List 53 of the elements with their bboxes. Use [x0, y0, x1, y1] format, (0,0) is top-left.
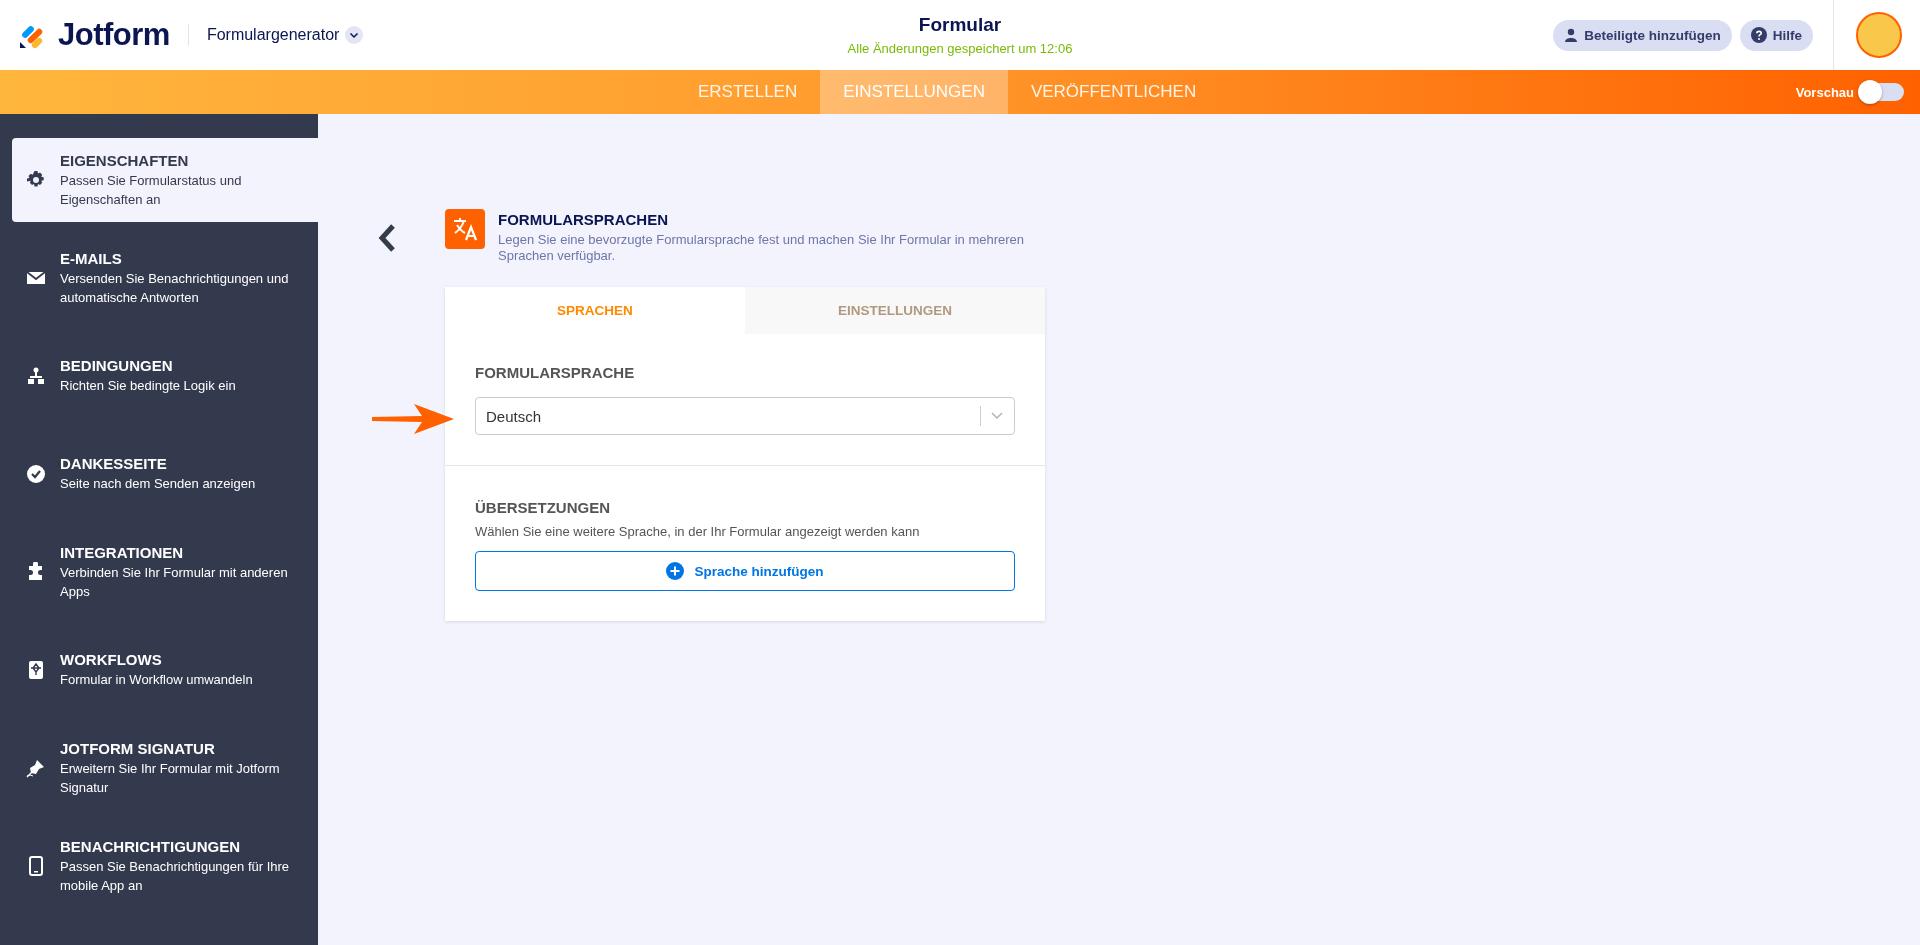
sidebar-item[interactable]: BEDINGUNGEN Richten Sie bedingte Logik ein: [12, 334, 318, 418]
sidebar-item[interactable]: JOTFORM SIGNATUR Erweitern Sie Ihr Formular mit Jotform Signatur: [12, 726, 318, 810]
sidebar-item-title: JOTFORM SIGNATUR: [60, 739, 216, 757]
sidebar-item-title: BENACHRICHTIGUNGEN: [60, 837, 241, 855]
pen-nib-icon: [26, 758, 46, 778]
help-icon: [1750, 27, 1767, 43]
sidebar-item-title: WORKFLOWS: [60, 651, 163, 668]
translations-description: Wählen Sie eine weitere Sprache, in der Ihr Formular angezeigt werden kann: [475, 524, 921, 539]
hierarchy-icon: [26, 366, 46, 386]
section-label: ÜBERSETZUNGEN: [475, 499, 611, 516]
sidebar-item[interactable]: BENACHRICHTIGUNGEN Passen Sie Benachrichtigungen für Ihre mobile App an: [12, 824, 318, 908]
sidebar-item-description: Verbinden Sie Ihr Formular mit anderen Apps: [60, 563, 289, 601]
caret-icon: [345, 26, 364, 44]
section-description: Legen Sie eine bevorzugte Formularsprache fest und machen Sie Ihr Formular in mehreren Sprachen verfügbar.: [498, 232, 1026, 264]
person-icon: [1564, 28, 1579, 42]
sidebar-item-description: Erweitern Sie Ihr Formular mit Jotform Signatur: [60, 759, 281, 797]
add-language-button[interactable]: Sprache hinzufügen: [475, 551, 1015, 591]
sidebar-item-description: Versenden Sie Benachrichtigungen und automatische Antworten: [60, 269, 290, 307]
translate-icon: [445, 209, 485, 249]
field-label: FORMULARSPRACHE: [475, 364, 636, 381]
sidebar-item-title: E-MAILS: [60, 249, 123, 267]
sidebar-item[interactable]: E-MAILS Versenden Sie Benachrichtigungen und automatische Antworten: [12, 236, 318, 320]
add-collaborators-button[interactable]: Beteiligte hinzufügen: [1553, 19, 1732, 51]
flowchart-icon: [26, 660, 46, 680]
sidebar-item[interactable]: DANKESSEITE Seite nach dem Senden anzeigen: [12, 432, 318, 516]
sidebar-item-description: Seite nach dem Senden anzeigen: [60, 475, 256, 493]
avatar[interactable]: [1856, 12, 1902, 58]
section-title: FORMULARSPRACHEN: [498, 211, 669, 228]
preview-label: Vorschau: [1795, 84, 1854, 100]
sidebar-item[interactable]: INTEGRATIONEN Verbinden Sie Ihr Formular mit anderen Apps: [12, 530, 318, 614]
sidebar-item[interactable]: EIGENSCHAFTEN Passen Sie Formularstatus und Eigenschaften an: [12, 138, 318, 222]
save-status: Alle Änderungen gespeichert um 12:06: [847, 41, 1073, 56]
sidebar-item-title: EIGENSCHAFTEN: [60, 151, 190, 169]
sidebar-item-title: DANKESSEITE: [60, 455, 168, 472]
language-dropdown[interactable]: Deutsch: [475, 397, 1015, 435]
sidebar-item-description: Passen Sie Formularstatus und Eigenschaften an: [60, 171, 243, 209]
sidebar-item-description: Richten Sie bedingte Logik ein: [60, 377, 236, 395]
form-title[interactable]: Formular: [918, 14, 1002, 36]
sidebar-item-title: BEDINGUNGEN: [60, 357, 174, 374]
sidebar-item-title: INTEGRATIONEN: [60, 543, 185, 561]
chevron-left-icon: [377, 223, 397, 253]
sidebar-item-description: Passen Sie Benachrichtigungen für Ihre mobile App an: [60, 857, 291, 895]
gear-icon: [26, 170, 46, 190]
phone-icon: [26, 856, 46, 876]
chevron-down-icon: [990, 411, 1004, 421]
app-switcher[interactable]: Formulargenerator: [206, 26, 364, 44]
logo-wordmark[interactable]: Jotform: [58, 17, 170, 53]
plus-circle-icon: [666, 562, 685, 580]
preview-toggle[interactable]: [1860, 83, 1904, 101]
check-circle-icon: [26, 464, 46, 484]
sidebar-item[interactable]: WORKFLOWS Formular in Workflow umwandeln: [12, 628, 318, 712]
sidebar-item-description: Formular in Workflow umwandeln: [60, 671, 253, 689]
help-button[interactable]: Hilfe: [1739, 19, 1813, 51]
